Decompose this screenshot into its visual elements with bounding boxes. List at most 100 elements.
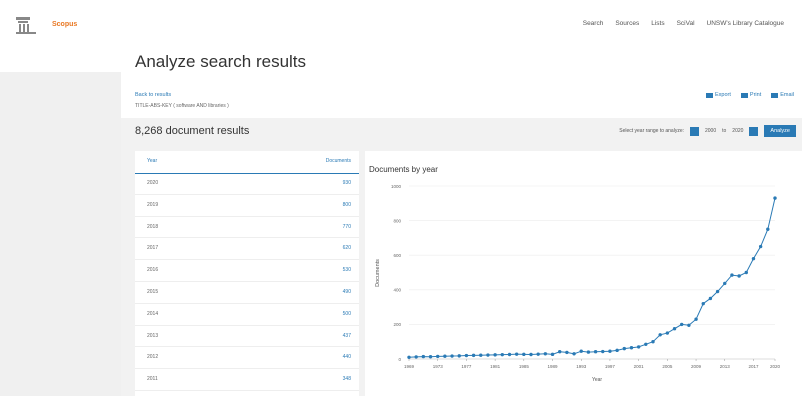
export-icon — [706, 93, 714, 98]
from-year-select[interactable]: 2000 — [705, 128, 716, 134]
main-content: Analyze search results Back to results T… — [121, 52, 802, 396]
y-axis-label: Documents — [375, 259, 381, 287]
data-point — [579, 349, 583, 353]
page-title: Analyze search results — [135, 52, 307, 71]
row-docs-link[interactable]: 437 — [343, 333, 351, 339]
data-point — [701, 301, 705, 306]
to-year-select[interactable]: 2020 — [732, 128, 743, 134]
row-docs-link[interactable]: 490 — [343, 289, 351, 295]
print-button[interactable]: Print — [740, 92, 762, 98]
x-tick-label: 2013 — [720, 364, 731, 369]
data-point — [680, 322, 684, 327]
nav-search[interactable]: Search — [583, 20, 604, 27]
brand-name[interactable]: Scopus — [52, 21, 77, 28]
back-to-results-link[interactable]: Back to results — [135, 92, 171, 98]
nav-scival[interactable]: SciVal — [677, 20, 695, 27]
nav-lists[interactable]: Lists — [651, 20, 664, 27]
data-point — [407, 355, 411, 359]
y-tick-label: 600 — [393, 253, 401, 258]
search-query: TITLE-ABS-KEY ( software AND libraries ) — [135, 103, 229, 109]
row-docs-link[interactable]: 440 — [343, 354, 351, 360]
data-point — [687, 323, 691, 327]
data-point — [586, 350, 591, 354]
data-point — [421, 354, 426, 359]
top-nav: Search Sources Lists SciVal UNSW's Libra… — [583, 20, 784, 27]
data-point — [572, 352, 576, 356]
data-point — [644, 342, 648, 346]
x-tick-label: 2005 — [662, 364, 673, 369]
document-count: 8,268 document results — [135, 125, 250, 137]
data-point — [457, 354, 461, 358]
print-label: Print — [749, 92, 762, 98]
scopus-logo-icon[interactable] — [15, 15, 39, 35]
data-point — [493, 353, 497, 357]
data-point — [665, 331, 670, 335]
table-row: 2013 437 — [135, 326, 359, 348]
data-point — [766, 227, 770, 231]
row-year: 2011 — [147, 376, 158, 383]
series-line — [408, 197, 776, 358]
row-year: 2015 — [147, 288, 159, 295]
y-tick-label: 0 — [398, 357, 401, 362]
data-point — [507, 352, 512, 357]
data-point — [672, 327, 677, 331]
row-docs-link[interactable]: 770 — [343, 224, 351, 230]
y-tick-label: 1000 — [391, 184, 402, 189]
data-point — [629, 346, 634, 350]
x-axis-label: Year — [592, 377, 602, 383]
data-point — [658, 333, 662, 337]
x-tick-label: 1985 — [519, 364, 530, 369]
export-button[interactable]: Export — [706, 92, 731, 98]
x-tick-label: 2017 — [748, 364, 759, 369]
data-point — [744, 270, 748, 275]
data-point — [514, 352, 519, 356]
x-tick-label: 1977 — [461, 364, 472, 369]
row-docs-link[interactable]: 930 — [343, 180, 351, 186]
data-point — [615, 348, 619, 353]
row-year: 2013 — [147, 332, 159, 339]
documents-column-header[interactable]: Documents — [326, 158, 351, 164]
data-point — [543, 352, 548, 356]
nav-sources[interactable]: Sources — [615, 20, 639, 27]
data-point — [758, 244, 763, 249]
x-tick-label: 1993 — [576, 364, 587, 369]
x-tick-label: 1981 — [490, 364, 501, 369]
x-tick-label: 2001 — [634, 364, 645, 369]
top-bar: Scopus Search Sources Lists SciVal UNSW'… — [0, 0, 802, 52]
data-point — [601, 349, 605, 354]
table-row: 2016 530 — [135, 260, 359, 282]
data-point — [536, 352, 540, 356]
row-year: 2016 — [147, 267, 159, 274]
data-point — [428, 355, 433, 359]
data-point — [737, 274, 741, 278]
from-year-dropdown-icon[interactable] — [690, 126, 699, 136]
table-row: 2014 500 — [135, 304, 359, 326]
documents-by-year-chart: Documents by year Year Documents 0 200 400… — [369, 165, 781, 383]
year-table: Year Documents 2020 930 2019 800 2018 770 2… — [135, 151, 359, 396]
row-docs-link[interactable]: 348 — [343, 376, 351, 382]
data-point — [464, 353, 469, 358]
year-column-header[interactable]: Year — [147, 158, 157, 164]
x-tick-label: 1989 — [548, 364, 559, 369]
x-tick-label: 2020 — [770, 364, 781, 369]
data-point — [730, 273, 734, 277]
data-point — [414, 355, 418, 359]
nav-library-catalogue[interactable]: UNSW's Library Catalogue — [707, 20, 784, 27]
data-point — [694, 317, 698, 321]
email-button[interactable]: Email — [771, 92, 794, 98]
row-docs-link[interactable]: 620 — [343, 245, 351, 251]
row-year: 2012 — [147, 354, 159, 361]
analyze-button[interactable]: Analyze — [764, 125, 796, 137]
to-year-dropdown-icon[interactable] — [749, 126, 759, 136]
data-point — [651, 340, 655, 344]
table-row: 2019 800 — [135, 195, 359, 217]
data-point — [450, 354, 454, 358]
row-docs-link[interactable]: 500 — [343, 311, 351, 317]
row-docs-link[interactable]: 530 — [343, 267, 351, 273]
data-point — [522, 352, 526, 357]
row-year: 2020 — [147, 180, 159, 186]
data-point — [622, 346, 626, 351]
x-tick-label: 1997 — [605, 364, 616, 369]
documents-by-year-panel: Documents by year Year Documents 0 200 400… — [365, 151, 802, 396]
row-docs-link[interactable]: 800 — [343, 202, 351, 208]
